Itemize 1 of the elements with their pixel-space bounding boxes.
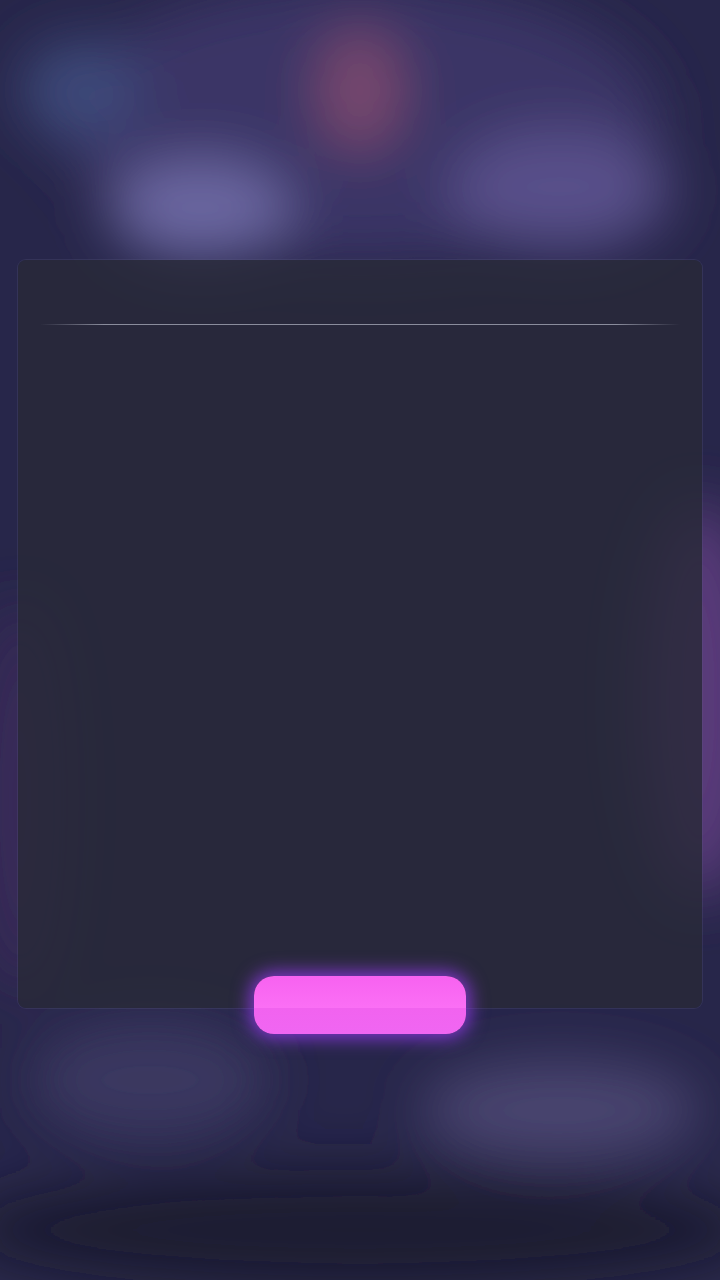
glowing-button[interactable] <box>254 976 466 1034</box>
